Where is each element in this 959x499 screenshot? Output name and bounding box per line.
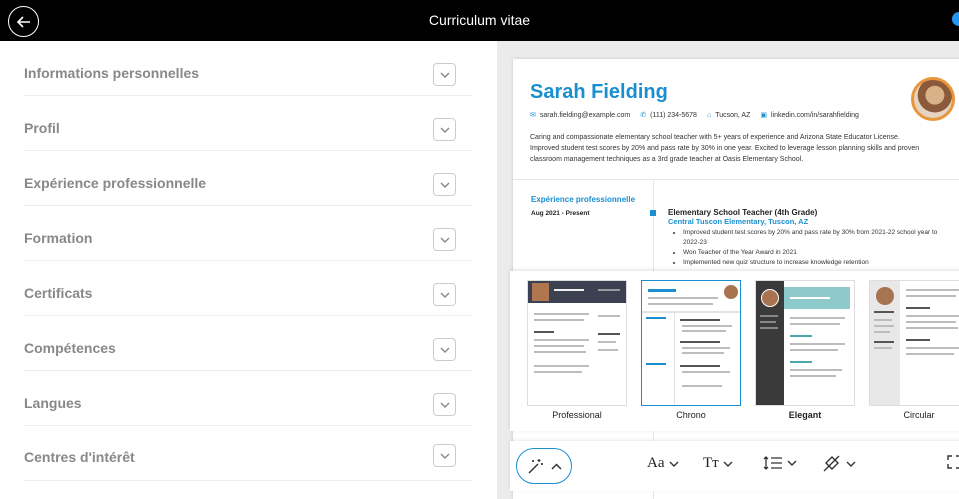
format-toolbar: Aa Tт bbox=[510, 441, 959, 491]
list-item: Won Teacher of the Year Award in 2021 bbox=[683, 248, 943, 258]
resume-bullets: Improved student test scores by 20% and … bbox=[683, 228, 943, 268]
chevron-down-icon[interactable] bbox=[433, 393, 456, 416]
template-label: Circular bbox=[903, 410, 935, 420]
template-label: Professional bbox=[552, 410, 602, 420]
chevron-down-icon[interactable] bbox=[433, 173, 456, 196]
template-circular[interactable]: Circular bbox=[869, 280, 959, 420]
section-label: Informations personnelles bbox=[24, 65, 200, 81]
linkedin-icon: ▣ bbox=[760, 112, 767, 119]
expand-icon bbox=[947, 455, 959, 469]
text-size-selector[interactable]: Tт bbox=[703, 455, 733, 472]
template-chrono[interactable]: Chrono bbox=[641, 280, 741, 420]
chevron-down-icon[interactable] bbox=[433, 444, 456, 467]
resume-date: Aug 2021 - Present bbox=[531, 210, 590, 217]
email-icon: ✉ bbox=[530, 112, 536, 119]
resume-phone: (111) 234-5678 bbox=[650, 111, 697, 119]
resume-job-org: Central Tuscon Elementary, Tuscon, AZ bbox=[668, 217, 809, 226]
section-label: Certificats bbox=[24, 285, 93, 301]
section-label: Compétences bbox=[24, 340, 116, 356]
section-profile[interactable]: Profil bbox=[24, 96, 472, 151]
text-size-icon: Tт bbox=[703, 455, 719, 471]
template-elegant[interactable]: Elegant bbox=[755, 280, 855, 420]
section-skills[interactable]: Compétences bbox=[24, 316, 472, 371]
section-experience[interactable]: Expérience professionnelle bbox=[24, 151, 472, 206]
chevron-down-icon[interactable] bbox=[433, 338, 456, 361]
paint-bucket-icon bbox=[823, 455, 840, 472]
chevron-down-icon bbox=[846, 461, 856, 467]
preview-panel: Sarah Fielding ✉ sarah.fielding@example.c… bbox=[497, 41, 959, 499]
section-certificates[interactable]: Certificats bbox=[24, 261, 472, 316]
chevron-down-icon[interactable] bbox=[433, 63, 456, 86]
section-languages[interactable]: Langues bbox=[24, 371, 472, 426]
fullscreen-button[interactable] bbox=[947, 455, 959, 469]
line-spacing-selector[interactable] bbox=[763, 455, 797, 471]
resume-job-title: Elementary School Teacher (4th Grade) bbox=[668, 208, 818, 217]
section-personal-info[interactable]: Informations personnelles bbox=[24, 41, 472, 96]
font-selector[interactable]: Aa bbox=[647, 455, 679, 472]
chevron-down-icon bbox=[787, 460, 797, 466]
home-icon: ⌂ bbox=[706, 111, 712, 119]
avatar[interactable] bbox=[952, 12, 959, 26]
resume-summary: Caring and compassionate elementary scho… bbox=[530, 134, 920, 163]
template-thumbnail bbox=[527, 280, 627, 406]
section-education[interactable]: Formation bbox=[24, 206, 472, 261]
chevron-down-icon[interactable] bbox=[433, 118, 456, 141]
section-label: Langues bbox=[24, 395, 82, 411]
template-thumbnail bbox=[641, 280, 741, 406]
template-thumbnail bbox=[755, 280, 855, 406]
section-label: Formation bbox=[24, 230, 93, 246]
divider bbox=[513, 179, 959, 180]
section-label: Expérience professionnelle bbox=[24, 175, 207, 191]
line-spacing-icon bbox=[763, 456, 782, 470]
timeline-marker bbox=[650, 210, 656, 216]
chevron-down-icon bbox=[669, 461, 678, 467]
chevron-up-icon bbox=[550, 462, 562, 470]
top-bar: Curriculum vitae bbox=[0, 0, 959, 41]
list-item: Implemented new quiz structure to increa… bbox=[683, 258, 943, 268]
resume-section-title: Expérience professionnelle bbox=[531, 195, 636, 204]
sections-panel: Informations personnelles Profil Expérie… bbox=[0, 41, 497, 499]
section-interests[interactable]: Centres d'intérêt bbox=[24, 426, 472, 481]
section-label: Profil bbox=[24, 120, 60, 136]
page-title: Curriculum vitae bbox=[428, 12, 531, 28]
template-label: Chrono bbox=[676, 410, 706, 420]
template-professional[interactable]: Professional bbox=[527, 280, 627, 420]
resume-email: sarah.fielding@example.com bbox=[539, 111, 631, 119]
resume-photo bbox=[911, 77, 955, 121]
chevron-down-icon[interactable] bbox=[433, 283, 456, 306]
chevron-down-icon bbox=[723, 461, 733, 467]
template-thumbnail bbox=[869, 280, 959, 406]
phone-icon: ✆ bbox=[640, 112, 647, 119]
templates-tray: Professional Chrono Elegant Circular bbox=[510, 271, 959, 431]
color-fill-selector[interactable] bbox=[822, 455, 856, 473]
resume-location: Tucson, AZ bbox=[715, 111, 751, 119]
chevron-down-icon[interactable] bbox=[433, 228, 456, 251]
resume-name: Sarah Fielding bbox=[530, 81, 668, 103]
magic-wand-icon bbox=[527, 459, 543, 474]
list-item: Improved student test scores by 20% and … bbox=[683, 228, 943, 248]
resume-linkedin: linkedin.com/in/sarahfielding bbox=[770, 111, 859, 119]
font-icon: Aa bbox=[647, 455, 665, 471]
resume-contact: ✉ sarah.fielding@example.com ✆ (111) 234-5… bbox=[530, 111, 859, 120]
section-label: Centres d'intérêt bbox=[24, 449, 135, 465]
template-label: Elegant bbox=[788, 410, 822, 420]
ai-magic-button[interactable] bbox=[516, 448, 572, 484]
